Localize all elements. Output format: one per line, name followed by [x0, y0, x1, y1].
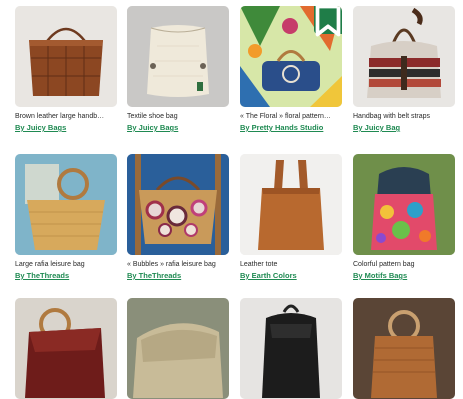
product-image[interactable] [15, 6, 117, 107]
colorful-pattern-bag-image [353, 154, 455, 255]
seller-link[interactable]: By Juicy Bag [353, 123, 400, 133]
woven-handle-bag-image [353, 298, 455, 399]
product-card[interactable] [127, 298, 229, 399]
product-card[interactable] [353, 298, 455, 399]
seller-link[interactable]: By TheThreads [127, 271, 181, 281]
product-grid: Brown leather large handb… By Juicy Bags… [0, 0, 463, 399]
red-leather-bag-image [15, 298, 117, 399]
product-title[interactable]: Textile shoe bag [127, 112, 241, 122]
product-image[interactable] [353, 6, 455, 107]
product-image[interactable] [127, 154, 229, 255]
product-card[interactable]: Brown leather large handb… By Juicy Bags [15, 6, 117, 132]
product-card[interactable]: Leather tote By Earth Colors [240, 154, 342, 280]
product-title[interactable]: Brown leather large handb… [15, 112, 129, 122]
product-image[interactable] [240, 154, 342, 255]
product-image[interactable] [127, 6, 229, 107]
bubbles-rafia-bag-image [127, 154, 229, 255]
rafia-leisure-bag-image [15, 154, 117, 255]
product-image[interactable] [353, 154, 455, 255]
seller-link[interactable]: By Earth Colors [240, 271, 297, 281]
product-image[interactable] [15, 154, 117, 255]
product-image[interactable] [15, 298, 117, 399]
seller-link[interactable]: By TheThreads [15, 271, 69, 281]
product-image[interactable] [240, 298, 342, 399]
product-title[interactable]: Handbag with belt straps [353, 112, 463, 122]
product-card[interactable] [240, 298, 342, 399]
belt-strap-handbag-image [353, 6, 455, 107]
seller-link[interactable]: By Juicy Bags [127, 123, 178, 133]
product-title[interactable]: « The Floral » floral pattern… [240, 112, 354, 122]
product-card[interactable] [15, 298, 117, 399]
textile-shoe-bag-image [127, 6, 229, 107]
seller-link[interactable]: By Juicy Bags [15, 123, 66, 133]
black-backpack-image [240, 298, 342, 399]
product-card[interactable]: « The Floral » floral pattern… By Pretty… [240, 6, 342, 132]
product-title[interactable]: Colorful pattern bag [353, 260, 463, 270]
leather-tote-image [240, 154, 342, 255]
product-card[interactable]: Textile shoe bag By Juicy Bags [127, 6, 229, 132]
product-image[interactable] [240, 6, 342, 107]
seller-link[interactable]: By Motifs Bags [353, 271, 407, 281]
bookmark-button[interactable] [314, 6, 342, 36]
product-card[interactable]: Colorful pattern bag By Motifs Bags [353, 154, 455, 280]
product-card[interactable]: Handbag with belt straps By Juicy Bag [353, 6, 455, 132]
bookmark-icon [315, 6, 341, 36]
seller-link[interactable]: By Pretty Hands Studio [240, 123, 323, 133]
product-card[interactable]: Large rafia leisure bag By TheThreads [15, 154, 117, 280]
product-title[interactable]: « Bubbles » rafia leisure bag [127, 260, 241, 270]
canvas-messenger-bag-image [127, 298, 229, 399]
product-title[interactable]: Leather tote [240, 260, 354, 270]
brown-leather-handbag-image [15, 6, 117, 107]
product-title[interactable]: Large rafia leisure bag [15, 260, 129, 270]
product-image[interactable] [353, 298, 455, 399]
product-image[interactable] [127, 298, 229, 399]
product-card[interactable]: « Bubbles » rafia leisure bag By TheThre… [127, 154, 229, 280]
